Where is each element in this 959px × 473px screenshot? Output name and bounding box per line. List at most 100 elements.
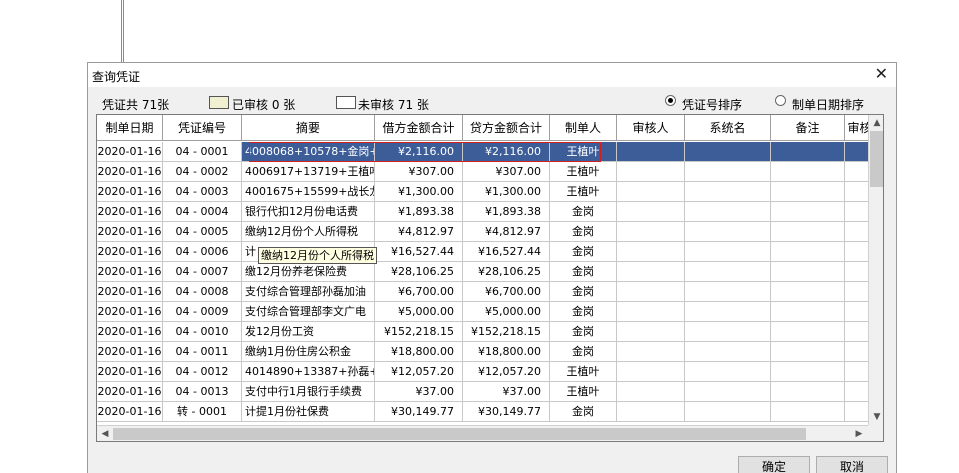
cell-creator: 金岗	[550, 222, 617, 242]
cell-remark	[771, 182, 845, 202]
scroll-right-icon[interactable]: ▶	[851, 426, 867, 441]
cell-date: 2020-01-16	[97, 262, 163, 282]
vertical-scroll-thumb[interactable]	[870, 131, 883, 187]
cell-voucher-number: 04 - 0004	[163, 202, 242, 222]
cell-creator: 金岗	[550, 402, 617, 422]
cell-summary: 支付中行1月银行手续费	[242, 382, 375, 402]
cell-debit-total: ¥30,149.77	[375, 402, 463, 422]
column-header-creator[interactable]: 制单人	[550, 115, 617, 141]
cell-summary: 4014890+13387+孙磊+京	[242, 362, 375, 382]
cell-credit-total: ¥16,527.44	[463, 242, 550, 262]
cell-date: 2020-01-16	[97, 142, 163, 162]
cell-reviewer	[617, 282, 685, 302]
cell-system-name	[685, 402, 771, 422]
cell-creator: 金岗	[550, 342, 617, 362]
cell-remark	[771, 262, 845, 282]
cell-summary: 支付综合管理部李文广电	[242, 302, 375, 322]
table-row[interactable]: 2020-01-1604 - 00034001675+15599+战长龙+¥1,…	[97, 182, 875, 202]
cell-voucher-number: 04 - 0012	[163, 362, 242, 382]
sort-by-date-label[interactable]: 制单日期排序	[792, 96, 864, 113]
horizontal-scroll-thumb[interactable]	[113, 428, 806, 440]
cell-voucher-number: 转 - 0001	[163, 402, 242, 422]
voucher-table[interactable]: 制单日期 凭证编号 摘要 借方金额合计 贷方金额合计 制单人 审核人 系统名 备注 审核 2020…	[96, 114, 884, 442]
cell-reviewer	[617, 182, 685, 202]
horizontal-scrollbar[interactable]: ◀ ▶	[97, 425, 868, 441]
cell-reviewer	[617, 162, 685, 182]
column-header-system-name[interactable]: 系统名	[685, 115, 771, 141]
column-header-remark[interactable]: 备注	[771, 115, 845, 141]
cell-voucher-number: 04 - 0009	[163, 302, 242, 322]
vertical-scrollbar[interactable]: ▲ ▼	[868, 115, 883, 425]
cell-reviewer	[617, 222, 685, 242]
cell-remark	[771, 242, 845, 262]
column-header-debit-total[interactable]: 借方金额合计	[375, 115, 463, 141]
cell-voucher-number: 04 - 0002	[163, 162, 242, 182]
cell-debit-total: ¥12,057.20	[375, 362, 463, 382]
cell-system-name	[685, 282, 771, 302]
table-row[interactable]: 2020-01-16 04 - 0013 支付中行1月银行手续费 ¥37.00 ¥37.…	[97, 382, 875, 402]
cancel-button[interactable]: 取消	[816, 456, 888, 473]
cell-date: 2020-01-16	[97, 282, 163, 302]
scroll-up-icon[interactable]: ▲	[869, 115, 883, 131]
cell-debit-total: ¥1,893.38	[375, 202, 463, 222]
column-header-credit-total[interactable]: 贷方金额合计	[463, 115, 550, 141]
cell-debit-total: ¥1,300.00	[375, 182, 463, 202]
cell-credit-total: ¥5,000.00	[463, 302, 550, 322]
query-voucher-dialog: 查询凭证 ✕ 凭证共 71张 已审核 0 张 未审核 71 张 凭证号排序 制单…	[87, 62, 897, 473]
summary-tooltip: 缴纳12月份个人所得税	[258, 247, 377, 264]
sort-by-number-label[interactable]: 凭证号排序	[682, 96, 742, 113]
cell-system-name	[685, 182, 771, 202]
cell-credit-total: ¥1,893.38	[463, 202, 550, 222]
ok-button[interactable]: 确定	[738, 456, 810, 473]
cell-creator: 金岗	[550, 202, 617, 222]
cell-reviewer	[617, 262, 685, 282]
cell-summary: 缴纳1月份住房公积金	[242, 342, 375, 362]
cell-debit-total: ¥307.00	[375, 162, 463, 182]
cell-creator: 王植叶	[550, 382, 617, 402]
sort-by-date-radio[interactable]	[775, 95, 786, 106]
reviewed-count-label: 已审核 0 张	[232, 98, 296, 112]
cell-summary: 发12月份工资	[242, 322, 375, 342]
scroll-down-icon[interactable]: ▼	[869, 409, 883, 425]
table-row[interactable]: 2020-01-1604 - 00014008068+10578+金岗+误¥2,…	[97, 142, 875, 162]
title-bar: 查询凭证 ✕	[88, 63, 896, 87]
cell-summary: 支付综合管理部孙磊加油	[242, 282, 375, 302]
table-row[interactable]: 2020-01-16 04 - 0004 银行代扣12月份电话费 ¥1,893.38 ¥…	[97, 202, 875, 222]
cell-reviewer	[617, 342, 685, 362]
cell-debit-total: ¥18,800.00	[375, 342, 463, 362]
cell-remark	[771, 142, 845, 162]
table-row[interactable]: 2020-01-1604 - 00124014890+13387+孙磊+京¥12…	[97, 362, 875, 382]
cell-creator: 王植叶	[550, 362, 617, 382]
table-row[interactable]: 2020-01-16 04 - 0008 支付综合管理部孙磊加油 ¥6,700.00 ¥…	[97, 282, 875, 302]
column-header-summary[interactable]: 摘要	[242, 115, 375, 141]
table-row[interactable]: 2020-01-16 04 - 0011 缴纳1月份住房公积金 ¥18,800.00 ¥…	[97, 342, 875, 362]
cell-creator: 王植叶	[550, 162, 617, 182]
cell-voucher-number: 04 - 0001	[163, 142, 242, 162]
cell-credit-total: ¥307.00	[463, 162, 550, 182]
cell-voucher-number: 04 - 0010	[163, 322, 242, 342]
close-icon[interactable]: ✕	[875, 66, 888, 82]
table-row[interactable]: 2020-01-16 04 - 0006 计 ¥16,527.44 ¥16,527.44…	[97, 242, 875, 262]
table-row[interactable]: 2020-01-16 04 - 0005 缴纳12月份个人所得税 ¥4,812.97 ¥…	[97, 222, 875, 242]
cell-date: 2020-01-16	[97, 242, 163, 262]
table-row[interactable]: 2020-01-16 转 - 0001 计提1月份社保费 ¥30,149.77 ¥30,…	[97, 402, 875, 422]
table-row[interactable]: 2020-01-16 04 - 0009 支付综合管理部李文广电 ¥5,000.00 ¥…	[97, 302, 875, 322]
cell-remark	[771, 222, 845, 242]
cell-credit-total: ¥28,106.25	[463, 262, 550, 282]
table-row[interactable]: 2020-01-16 04 - 0010 发12月份工资 ¥152,218.15 ¥15…	[97, 322, 875, 342]
cell-reviewer	[617, 382, 685, 402]
cell-remark	[771, 202, 845, 222]
cell-reviewer	[617, 402, 685, 422]
cell-remark	[771, 382, 845, 402]
cell-system-name	[685, 242, 771, 262]
cell-date: 2020-01-16	[97, 182, 163, 202]
column-header-voucher-number[interactable]: 凭证编号	[163, 115, 242, 141]
table-row[interactable]: 2020-01-16 04 - 0007 缴12月份养老保险费 ¥28,106.25 ¥…	[97, 262, 875, 282]
column-header-date[interactable]: 制单日期	[97, 115, 163, 141]
scroll-left-icon[interactable]: ◀	[97, 426, 113, 441]
sort-by-number-radio[interactable]	[665, 95, 676, 106]
table-row[interactable]: 2020-01-1604 - 00024006917+13719+王植叶+¥30…	[97, 162, 875, 182]
cell-reviewer	[617, 242, 685, 262]
column-header-reviewer[interactable]: 审核人	[617, 115, 685, 141]
cell-credit-total: ¥37.00	[463, 382, 550, 402]
